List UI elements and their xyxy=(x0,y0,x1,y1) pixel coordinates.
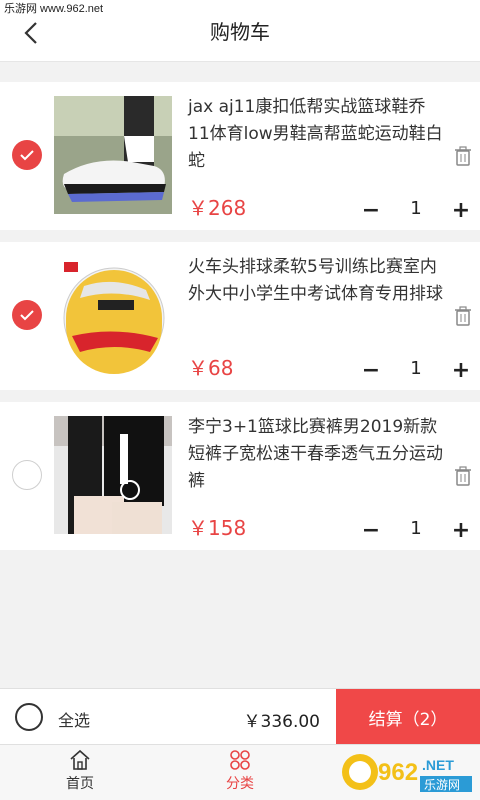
select-all-checkbox[interactable] xyxy=(15,703,43,731)
product-image[interactable] xyxy=(54,256,172,374)
product-price: ￥158 xyxy=(188,516,247,540)
decrease-qty-button[interactable]: − xyxy=(360,200,382,222)
delete-button[interactable] xyxy=(452,464,474,488)
item-checkbox[interactable] xyxy=(12,300,42,330)
product-image[interactable] xyxy=(54,96,172,214)
check-icon xyxy=(20,150,34,161)
product-name[interactable]: jax aj11康扣低帮实战篮球鞋乔11体育low男鞋高帮蓝蛇运动鞋白蛇 xyxy=(188,94,444,175)
quantity-value: 1 xyxy=(410,358,422,379)
select-all-label[interactable]: 全选 xyxy=(58,707,90,731)
product-name[interactable]: 李宁3+1篮球比赛裤男2019新款短裤子宽松速干春季透气五分运动裤 xyxy=(188,414,444,495)
page-title: 购物车 xyxy=(210,20,270,44)
home-icon xyxy=(70,749,90,770)
watermark-text: 乐游网 www.962.net xyxy=(0,0,108,18)
watermark-number: 962 xyxy=(378,759,418,786)
checkout-button[interactable]: 结算（2） xyxy=(336,689,480,745)
trash-icon xyxy=(455,306,471,326)
tab-home-label: 首页 xyxy=(66,776,94,792)
increase-qty-button[interactable]: + xyxy=(450,520,472,542)
trash-icon xyxy=(455,146,471,166)
category-icon xyxy=(230,750,250,770)
tab-category[interactable]: 分类 xyxy=(200,749,280,799)
watermark-sub: 乐游网 xyxy=(424,778,460,792)
decrease-qty-button[interactable]: − xyxy=(360,520,382,542)
checkout-bar: 全选 ￥336.00 结算（2） xyxy=(0,688,480,745)
item-checkbox[interactable] xyxy=(12,140,42,170)
product-price: ￥68 xyxy=(188,356,234,380)
watermark-logo: 962 .NET 乐游网 xyxy=(338,744,478,800)
decrease-qty-button[interactable]: − xyxy=(360,360,382,382)
tab-category-label: 分类 xyxy=(226,776,254,792)
product-image[interactable] xyxy=(54,416,172,534)
check-icon xyxy=(20,310,34,321)
item-checkbox[interactable] xyxy=(12,460,42,490)
quantity-value: 1 xyxy=(410,198,422,219)
increase-qty-button[interactable]: + xyxy=(450,200,472,222)
watermark-suffix: .NET xyxy=(422,757,454,773)
cart-item: jax aj11康扣低帮实战篮球鞋乔11体育low男鞋高帮蓝蛇运动鞋白蛇 ￥26… xyxy=(0,82,480,230)
delete-button[interactable] xyxy=(452,144,474,168)
increase-qty-button[interactable]: + xyxy=(450,360,472,382)
trash-icon xyxy=(455,466,471,486)
tab-home[interactable]: 首页 xyxy=(40,749,120,799)
delete-button[interactable] xyxy=(452,304,474,328)
total-price: ￥336.00 xyxy=(243,712,320,732)
cart-item: 李宁3+1篮球比赛裤男2019新款短裤子宽松速干春季透气五分运动裤 ￥158 −… xyxy=(0,402,480,550)
product-name[interactable]: 火车头排球柔软5号训练比赛室内外大中小学生中考试体育专用排球 xyxy=(188,254,444,308)
cart-item: 火车头排球柔软5号训练比赛室内外大中小学生中考试体育专用排球 ￥68 − 1 + xyxy=(0,242,480,390)
product-price: ￥268 xyxy=(188,196,247,220)
quantity-value: 1 xyxy=(410,518,422,539)
